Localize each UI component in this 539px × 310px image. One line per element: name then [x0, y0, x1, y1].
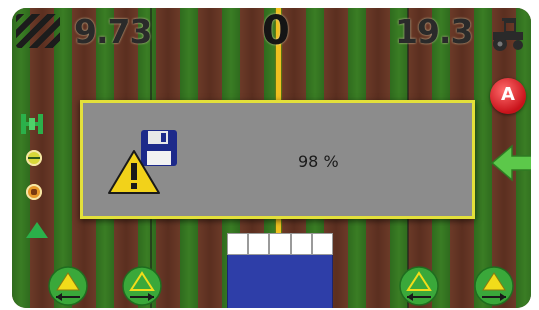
boom-sections	[227, 233, 334, 255]
shift-right-button[interactable]	[399, 266, 439, 306]
back-arrow-icon[interactable]	[490, 143, 531, 183]
steer-left-button[interactable]	[48, 266, 88, 306]
implement-boom	[227, 233, 334, 308]
warning-icon	[108, 150, 160, 194]
triangle-status-icon[interactable]	[26, 222, 48, 238]
guidance-screen: 9.73 0 19.3 A 98 %	[12, 8, 531, 308]
progress-text: 98 %	[298, 152, 339, 171]
field-hatch-icon[interactable]	[16, 14, 60, 48]
boom-section	[290, 233, 312, 255]
auto-steer-label: A	[501, 84, 515, 105]
save-progress-dialog: 98 %	[80, 100, 475, 219]
implement-body	[227, 255, 333, 308]
speed-readout[interactable]: 9.73	[74, 12, 152, 51]
area-readout[interactable]: 19.3	[395, 12, 473, 51]
boom-section	[311, 233, 334, 255]
boom-section	[269, 233, 291, 255]
guidance-mode-icon[interactable]	[26, 150, 42, 166]
boom-section	[227, 233, 249, 255]
auto-steer-button[interactable]: A	[490, 78, 526, 114]
boom-section	[248, 233, 270, 255]
steer-right-button[interactable]	[474, 266, 514, 306]
boom-status-icon[interactable]	[26, 184, 42, 200]
tractor-icon[interactable]	[489, 14, 529, 52]
lightbar-icon[interactable]	[20, 112, 44, 136]
shift-left-button[interactable]	[122, 266, 162, 306]
offline-distance-readout[interactable]: 0	[262, 8, 290, 54]
